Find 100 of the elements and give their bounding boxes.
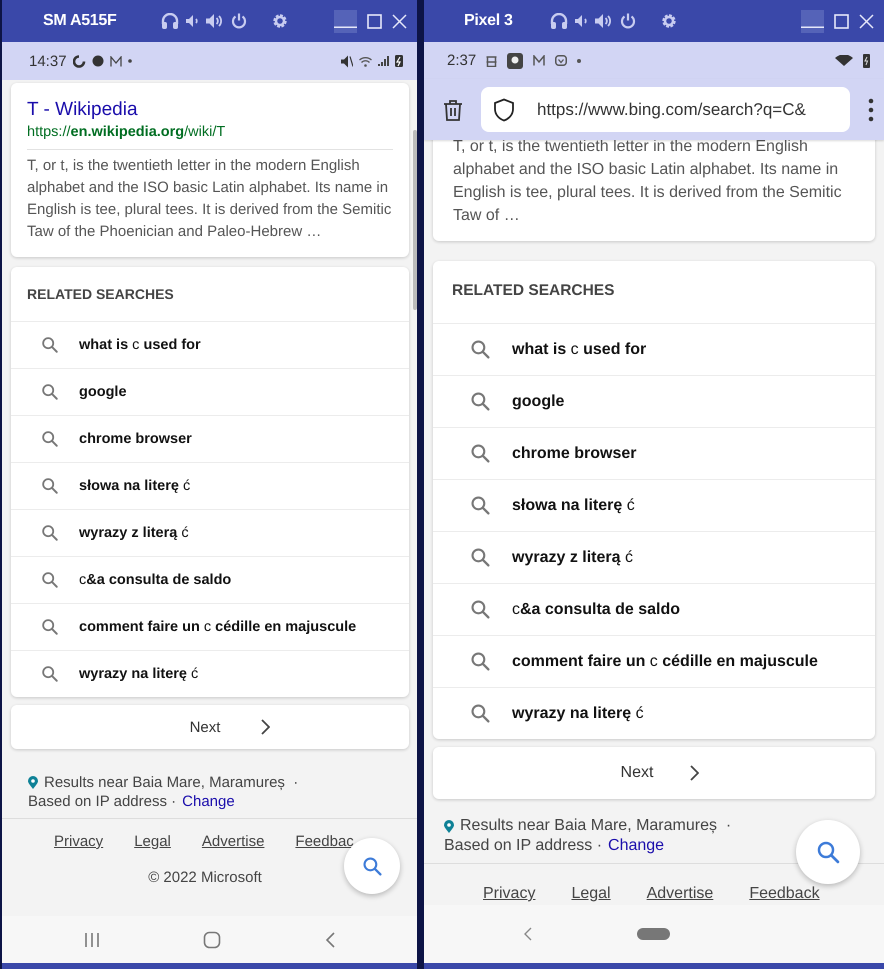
footer-link[interactable]: Advertise [646,885,714,903]
related-search-item[interactable]: what is c used for [11,321,409,368]
wifi-icon [835,55,853,66]
location-basis: Based on IP address · [28,793,176,810]
related-search-item[interactable]: słowa na literę ć [433,479,875,531]
chevron-right-icon [689,765,700,781]
section-heading: RELATED SEARCHES [26,285,175,304]
search-icon [41,336,59,354]
footer-link[interactable]: Privacy [54,833,104,850]
search-icon [470,443,491,464]
battery-icon [395,55,403,67]
search-icon [41,665,59,683]
section-heading: RELATED SEARCHES [451,281,616,301]
close-button[interactable] [859,14,874,28]
related-search-item[interactable]: wyrazy z literą ć [433,531,875,583]
mail-icon [533,55,546,66]
search-icon [470,599,491,620]
wifi-icon [359,56,372,66]
volume-down-icon[interactable] [575,15,588,27]
back-button[interactable] [325,932,336,948]
related-search-item[interactable]: c&a consulta de saldo [11,556,409,603]
related-search-item[interactable]: wyrazy z literą ć [11,509,409,556]
sync-icon [72,54,86,68]
address-field[interactable]: https://www.bing.com/search?q=C& [481,87,850,132]
related-search-item[interactable]: comment faire un c cédille en majuscule [433,635,875,687]
search-icon [41,524,59,542]
related-search-item[interactable]: comment faire un c cédille en majuscule [11,603,409,650]
related-search-item[interactable]: chrome browser [433,427,875,479]
result-snippet: T, or t, is the twentieth letter in the modern English alphabet and the ISO basic Latin alphabet. Its name in English is tee, plural tees. It is derived from the Semitic Taw of the Phoenician and Paleo-Hebrew … [27,156,392,242]
next-button[interactable]: Next [433,747,875,799]
footer-link[interactable]: Legal [571,885,611,903]
mute-icon [341,54,353,68]
settings-icon[interactable] [661,13,677,29]
maximize-button[interactable] [834,14,849,28]
minimize-button[interactable] [334,10,357,32]
change-link[interactable]: Change [182,793,235,810]
app-icon [507,52,524,68]
related-search-item[interactable]: google [433,375,875,427]
footer-link[interactable]: Advertise [202,833,264,850]
location-basis: Based on IP address · [444,837,602,855]
search-icon [41,571,59,589]
search-icon [470,703,491,724]
chevron-right-icon [260,719,270,735]
volume-up-icon[interactable] [206,14,224,28]
minimize-button[interactable] [801,10,824,32]
search-icon [470,547,491,568]
signal-icon [378,56,389,66]
search-icon [41,618,59,636]
maximize-button[interactable] [367,14,382,28]
menu-icon[interactable] [868,98,874,122]
next-button[interactable]: Next [11,705,409,749]
close-button[interactable] [392,14,407,28]
search-icon [362,856,382,876]
home-button[interactable] [203,930,222,948]
headphones-icon[interactable] [550,13,568,29]
search-icon [41,477,59,495]
related-search-item[interactable]: google [11,368,409,415]
clock: 2:37 [447,52,476,69]
related-search-item[interactable]: what is c used for [433,323,875,375]
search-icon [470,339,491,360]
trash-icon[interactable] [443,98,463,120]
footer-link[interactable]: Feedback [749,885,820,903]
volume-down-icon[interactable] [186,15,199,27]
search-icon [41,383,59,401]
power-icon[interactable] [620,13,636,29]
copyright-text: © 2022 Microsoft [148,869,262,886]
window-title: SM A515F [43,12,118,30]
change-link[interactable]: Change [608,837,664,855]
location-pin-icon [444,820,454,832]
related-search-item[interactable]: wyrazy na literę ć [11,650,409,697]
search-icon [816,840,840,864]
dot-icon [128,59,132,63]
search-button[interactable] [796,820,860,884]
related-search-item[interactable]: wyrazy na literę ć [433,687,875,739]
search-icon [470,495,491,516]
battery-icon [863,54,870,68]
back-button[interactable] [524,927,532,941]
related-search-item[interactable]: c&a consulta de saldo [433,583,875,635]
result-title[interactable]: T - Wikipedia [27,98,393,122]
related-search-item[interactable]: chrome browser [11,415,409,462]
dot-icon [577,58,582,62]
related-search-item[interactable]: słowa na literę ć [11,462,409,509]
clock: 14:37 [29,52,67,70]
headphones-icon[interactable] [161,13,179,29]
ball-icon [92,55,104,67]
footer-link[interactable]: Legal [134,833,171,850]
window-title: Pixel 3 [464,12,514,30]
search-icon [41,430,59,448]
footer-link[interactable]: Privacy [483,885,536,903]
search-icon [470,651,491,672]
result-url: https://en.wikipedia.org/wiki/T [27,123,226,142]
footer-link[interactable]: Feedbac [295,833,354,850]
recents-button[interactable] [84,932,100,946]
search-icon [470,391,491,412]
home-handle[interactable] [637,928,670,940]
location-text: Results near Baia Mare, Maramureș · [44,774,298,791]
settings-icon[interactable] [272,13,288,29]
volume-up-icon[interactable] [595,14,613,28]
mail-icon [110,56,122,66]
power-icon[interactable] [231,13,247,29]
